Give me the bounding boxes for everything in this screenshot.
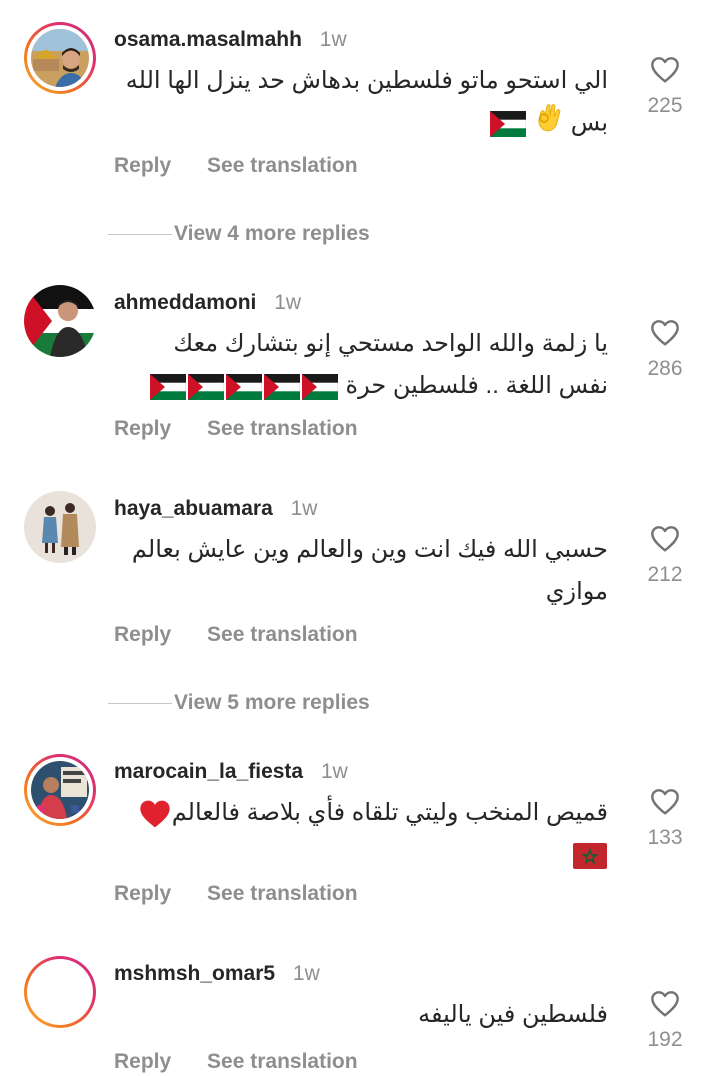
username[interactable]: marocain_la_fiesta (114, 760, 303, 783)
like-count: 192 (647, 1028, 683, 1051)
see-translation-button[interactable]: See translation (207, 623, 358, 646)
timestamp: 1w (292, 962, 320, 985)
user-row: osama.masalmahh 1w (114, 28, 347, 52)
comment-text-line: حسبي الله فيك انت وين والعالم وين عايش ب… (131, 536, 608, 563)
username[interactable]: osama.masalmahh (114, 28, 302, 51)
heart-icon (649, 988, 681, 1020)
like-button[interactable]: 286 (643, 317, 687, 381)
comment-text: الي استحو ماتو فلسطين بدهاش حد ينزل الها… (108, 60, 608, 146)
comment-text-line: موازي (545, 578, 608, 605)
comment-actions: Reply See translation (114, 154, 388, 178)
avatar[interactable] (24, 754, 96, 826)
comment-actions: Reply See translation (114, 623, 388, 647)
avatar[interactable] (24, 285, 96, 357)
morocco-flag-icon (573, 842, 607, 869)
comment-text-line (108, 834, 608, 876)
view-more-replies-button[interactable]: View 4 more replies (108, 222, 370, 246)
like-count: 212 (647, 563, 683, 586)
user-row: haya_abuamara 1w (114, 497, 317, 521)
profile-photo-icon (31, 29, 89, 87)
comment-text-line: بس (108, 102, 608, 146)
comment-text: قميص المنخب وليتي تلقاه فأي بلاصة فالعال… (108, 792, 608, 876)
comment-text-line: يا زلمة والله الواحد مستحي إنو بتشارك مع… (173, 330, 608, 357)
divider-line (108, 702, 172, 704)
like-button[interactable]: 212 (643, 523, 687, 587)
palestine-flag-icon (188, 374, 224, 400)
profile-photo-icon (24, 285, 96, 357)
avatar[interactable] (24, 956, 96, 1028)
heart-icon (649, 317, 681, 349)
username[interactable]: mshmsh_omar5 (114, 962, 275, 985)
profile-photo-icon (31, 761, 89, 819)
reply-button[interactable]: Reply (114, 882, 171, 905)
timestamp: 1w (320, 760, 348, 783)
reply-button[interactable]: Reply (114, 623, 171, 646)
user-row: ahmeddamoni 1w (114, 291, 301, 315)
heart-icon (649, 523, 681, 555)
comment-actions: Reply See translation (114, 417, 388, 441)
comment-text-line: الي استحو ماتو فلسطين بدهاش حد ينزل الها… (125, 67, 608, 94)
see-translation-button[interactable]: See translation (207, 154, 358, 177)
like-button[interactable]: 192 (643, 988, 687, 1052)
user-row: marocain_la_fiesta 1w (114, 760, 348, 784)
comment-actions: Reply See translation (114, 882, 388, 906)
palestine-flag-icon (226, 374, 262, 400)
avatar[interactable] (24, 22, 96, 94)
comment-text: فلسطين فين ياليفه (108, 994, 608, 1036)
palestine-flag-icon (150, 374, 186, 400)
like-count: 225 (647, 94, 683, 117)
comment-text-line: قميص المنخب وليتي تلقاه فأي بلاصة فالعال… (108, 792, 608, 834)
comment-text-line: نفس اللغة .. فلسطين حرة (108, 365, 608, 407)
timestamp: 1w (290, 497, 318, 520)
username[interactable]: ahmeddamoni (114, 291, 256, 314)
palestine-flag-icon (264, 374, 300, 400)
user-row: mshmsh_omar5 1w (114, 962, 320, 986)
divider-line (108, 233, 172, 235)
timestamp: 1w (319, 28, 347, 51)
red-heart-icon (140, 800, 170, 827)
like-button[interactable]: 225 (643, 54, 687, 118)
like-button[interactable]: 133 (643, 786, 687, 850)
timestamp: 1w (274, 291, 302, 314)
like-count: 286 (647, 357, 683, 380)
see-translation-button[interactable]: See translation (207, 882, 358, 905)
heart-icon (649, 54, 681, 86)
comment-text-line: فلسطين فين ياليفه (418, 1001, 608, 1028)
view-more-replies-button[interactable]: View 5 more replies (108, 691, 370, 715)
comment-text: يا زلمة والله الواحد مستحي إنو بتشارك مع… (108, 323, 608, 407)
heart-icon (649, 786, 681, 818)
profile-photo-icon (24, 491, 96, 563)
comment-actions: Reply See translation (114, 1050, 388, 1074)
comment-text: حسبي الله فيك انت وين والعالم وين عايش ب… (108, 529, 608, 613)
ok-hand-icon (535, 102, 563, 146)
like-count: 133 (647, 826, 683, 849)
avatar[interactable] (24, 491, 96, 563)
palestine-flag-icon (490, 111, 526, 137)
see-translation-button[interactable]: See translation (207, 1050, 358, 1073)
palestine-flag-icon (302, 374, 338, 400)
see-translation-button[interactable]: See translation (207, 417, 358, 440)
username[interactable]: haya_abuamara (114, 497, 273, 520)
reply-button[interactable]: Reply (114, 1050, 171, 1073)
reply-button[interactable]: Reply (114, 417, 171, 440)
reply-button[interactable]: Reply (114, 154, 171, 177)
